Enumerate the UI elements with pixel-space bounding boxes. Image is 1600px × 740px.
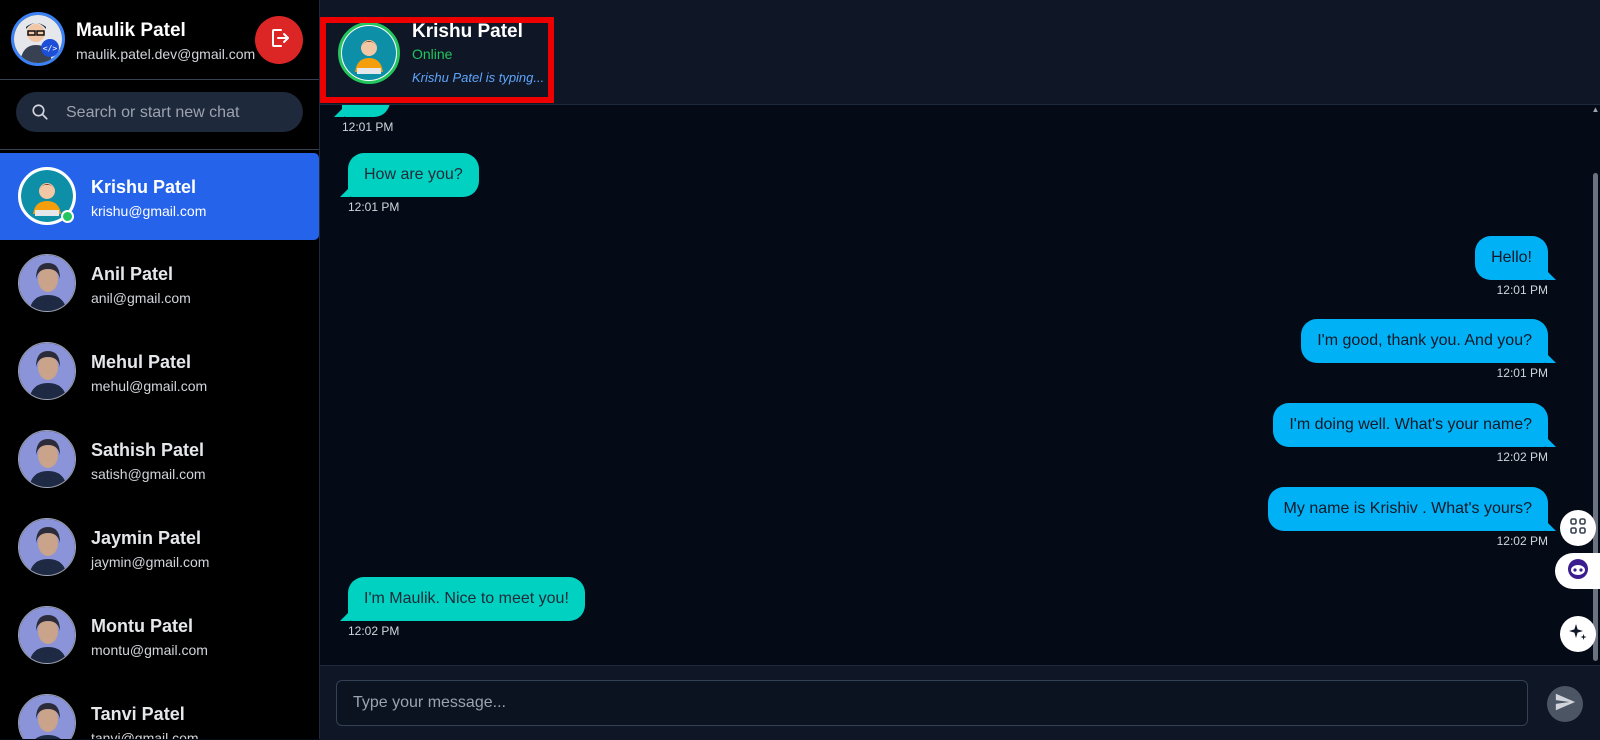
- message-list: 12:01 PM How are you? 12:01 PM Hello! 12…: [320, 105, 1600, 665]
- contact-email: mehul@gmail.com: [91, 378, 208, 394]
- contact-email: jaymin@gmail.com: [91, 554, 210, 570]
- message-time: 12:02 PM: [348, 624, 400, 638]
- search-box: [16, 92, 303, 134]
- message-incoming: How are you? 12:01 PM: [340, 153, 479, 214]
- logout-button[interactable]: [255, 16, 303, 64]
- message-bubble: How are you?: [340, 153, 479, 197]
- avatar: [18, 518, 76, 576]
- assistant-bot-icon: [1566, 557, 1590, 586]
- avatar: [18, 342, 76, 400]
- message-time: 12:02 PM: [1496, 450, 1548, 464]
- contact-email: krishu@gmail.com: [91, 203, 207, 219]
- contact-name: Krishu Patel: [91, 177, 197, 197]
- message-input[interactable]: [336, 680, 1528, 726]
- current-user-avatar[interactable]: </>: [11, 12, 65, 66]
- contact-email: tanvi@gmail.com: [91, 730, 199, 739]
- message-outgoing: I'm doing well. What's your name? 12:02 …: [1273, 403, 1556, 464]
- avatar: [18, 430, 76, 488]
- message-bubble: [334, 105, 390, 117]
- contact-item-mehul[interactable]: Mehul Patel mehul@gmail.com: [0, 328, 319, 415]
- message-bubble: I'm doing well. What's your name?: [1273, 403, 1556, 447]
- assistant-button[interactable]: [1555, 553, 1600, 589]
- apps-grid-icon: [1569, 517, 1587, 540]
- message-time: 12:01 PM: [1496, 283, 1548, 297]
- avatar: [18, 254, 76, 312]
- contact-email: montu@gmail.com: [91, 642, 208, 658]
- message-time: 12:01 PM: [348, 200, 400, 214]
- message-bubble: My name is Krishiv . What's yours?: [1267, 487, 1557, 531]
- highlight-box: [320, 17, 554, 103]
- online-indicator: [61, 210, 74, 223]
- message-bubble: I'm good, thank you. And you?: [1301, 319, 1556, 363]
- sidebar-divider: [0, 149, 319, 150]
- composer-bar: [320, 665, 1600, 740]
- contact-item-tanvi[interactable]: Tanvi Patel tanvi@gmail.com: [0, 680, 319, 739]
- contact-name: Anil Patel: [91, 264, 174, 284]
- apps-button[interactable]: [1560, 510, 1596, 546]
- message-incoming: I'm Maulik. Nice to meet you! 12:02 PM: [340, 577, 585, 638]
- message-bubble: I'm Maulik. Nice to meet you!: [340, 577, 585, 621]
- send-button[interactable]: [1547, 686, 1583, 722]
- sparkle-icon: [1568, 622, 1588, 647]
- contact-name: Mehul Patel: [91, 352, 192, 372]
- contact-item-montu[interactable]: Montu Patel montu@gmail.com: [0, 592, 319, 679]
- avatar: [18, 694, 76, 739]
- contact-item-sathish[interactable]: Sathish Patel satish@gmail.com: [0, 416, 319, 503]
- contact-item-jaymin[interactable]: Jaymin Patel jaymin@gmail.com: [0, 504, 319, 591]
- scroll-up-icon[interactable]: ▲: [1591, 105, 1600, 114]
- message-outgoing: My name is Krishiv . What's yours? 12:02…: [1267, 487, 1557, 548]
- current-user-email: maulik.patel.dev@gmail.com: [76, 46, 256, 62]
- contact-item-krishu[interactable]: Krishu Patel krishu@gmail.com: [0, 153, 319, 240]
- message-outgoing: Hello! 12:01 PM: [1475, 236, 1556, 297]
- contact-name: Tanvi Patel: [91, 704, 185, 724]
- message-bubble: Hello!: [1475, 236, 1556, 280]
- send-icon: [1554, 691, 1576, 718]
- message-incoming: 12:01 PM: [334, 105, 394, 134]
- sparkle-button[interactable]: [1560, 616, 1596, 652]
- svg-text:</>: </>: [43, 44, 58, 53]
- message-time: 12:02 PM: [1496, 534, 1548, 548]
- search-icon: [31, 103, 49, 121]
- current-user-name: Maulik Patel: [76, 20, 186, 41]
- message-time: 12:01 PM: [1496, 366, 1548, 380]
- contact-name: Sathish Patel: [91, 440, 205, 460]
- contact-name: Montu Patel: [91, 616, 193, 636]
- contact-email: satish@gmail.com: [91, 466, 206, 482]
- contact-item-anil[interactable]: Anil Patel anil@gmail.com: [0, 240, 319, 327]
- message-time: 12:01 PM: [342, 120, 394, 134]
- logout-icon: [267, 26, 291, 55]
- avatar: [18, 606, 76, 664]
- contact-email: anil@gmail.com: [91, 290, 191, 306]
- contact-name: Jaymin Patel: [91, 528, 202, 548]
- search-input[interactable]: [64, 92, 293, 134]
- current-user-profile: </> Maulik Patel maulik.patel.dev@gmail.…: [0, 0, 319, 80]
- message-outgoing: I'm good, thank you. And you? 12:01 PM: [1301, 319, 1556, 380]
- chat-header: Krishu Patel Online Krishu Patel is typi…: [320, 0, 1600, 105]
- sidebar: </> Maulik Patel maulik.patel.dev@gmail.…: [0, 0, 320, 739]
